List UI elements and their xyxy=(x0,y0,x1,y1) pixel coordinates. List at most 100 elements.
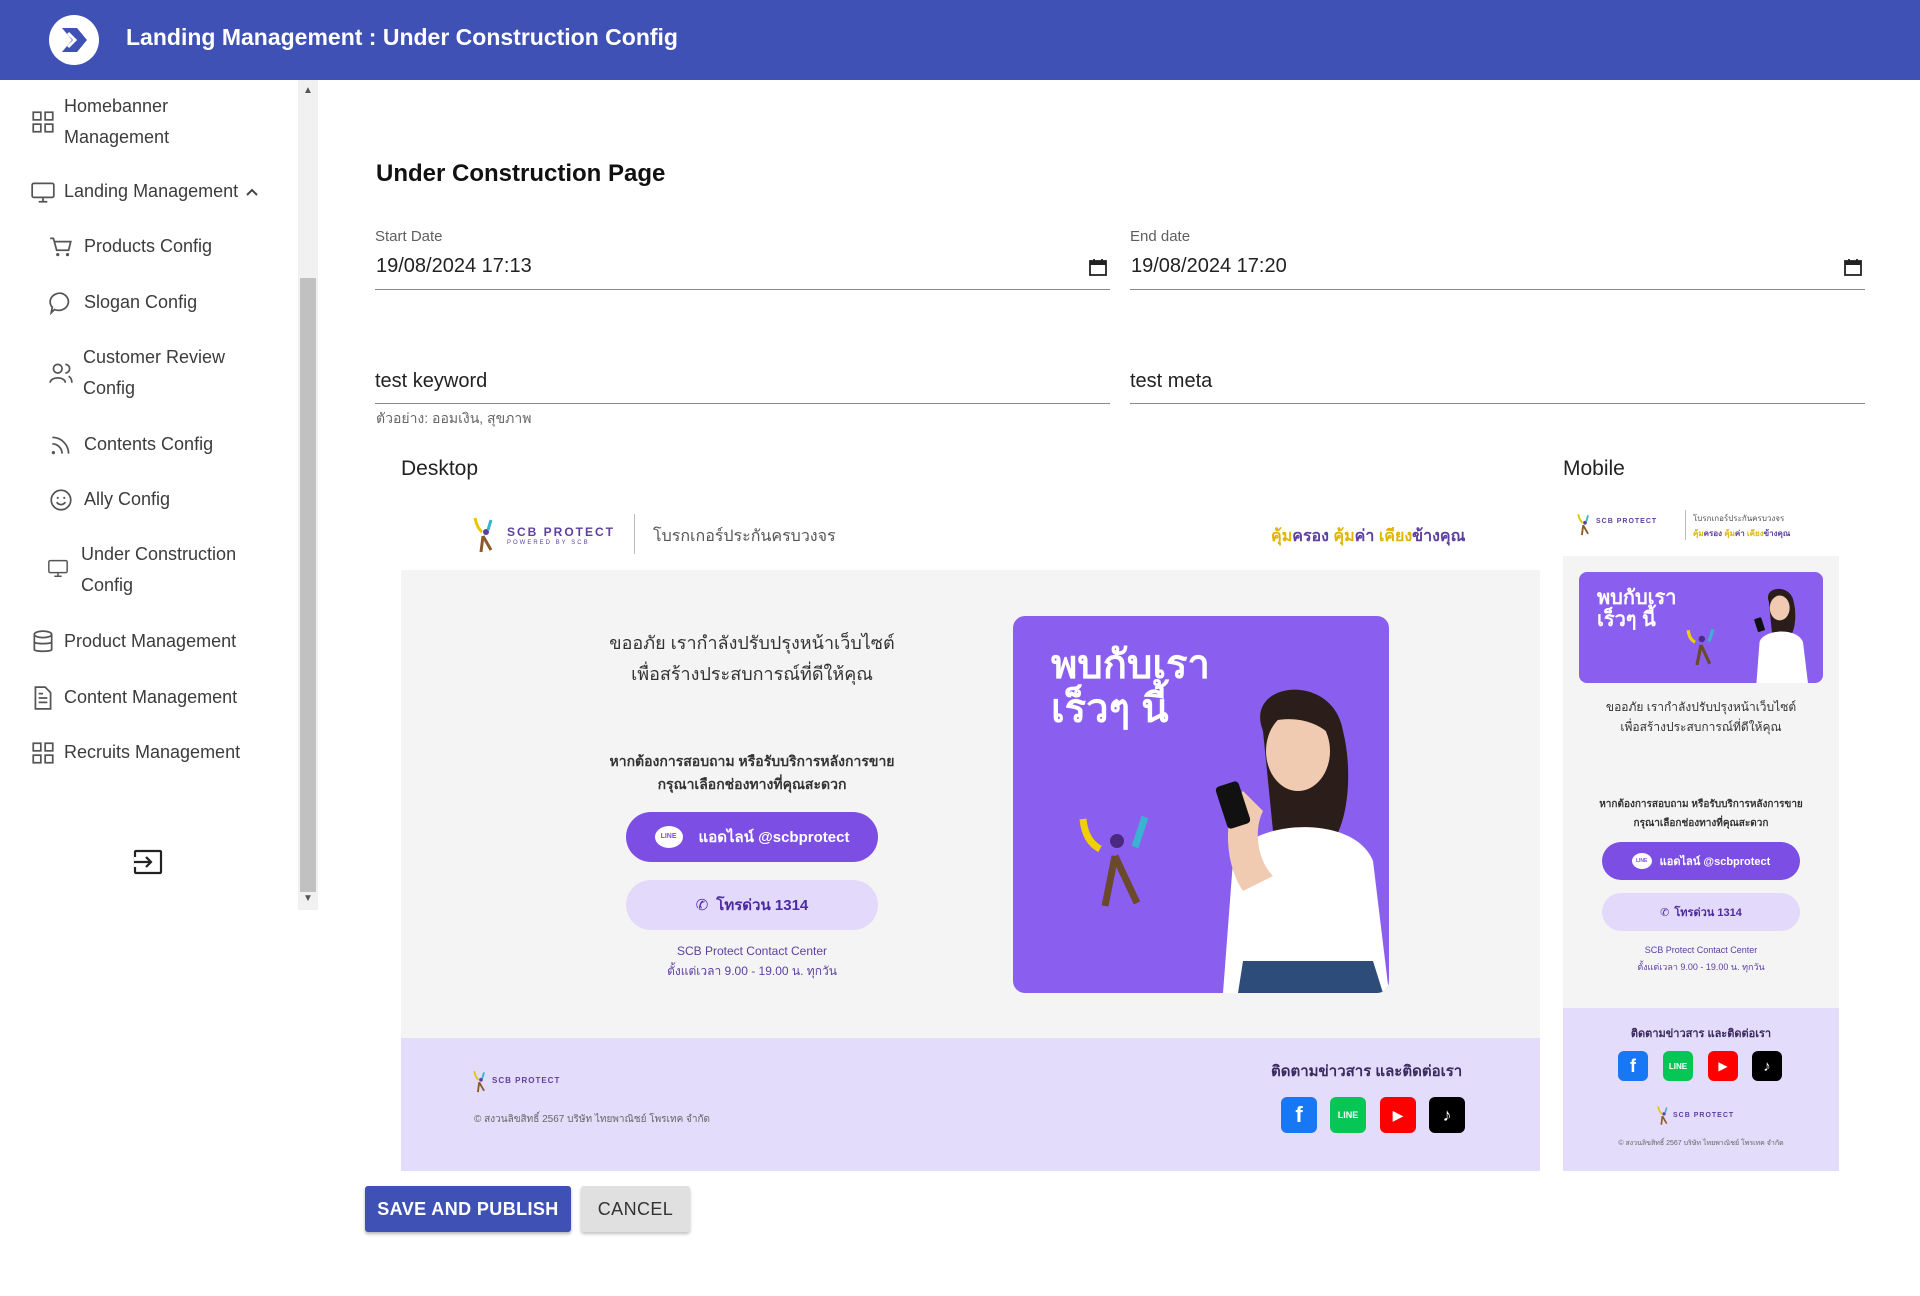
preview-broker-text: โบรกเกอร์ประกันครบวงจร xyxy=(653,528,836,545)
youtube-icon: ▶ xyxy=(1708,1051,1738,1081)
sidebar-item-slogan-config[interactable]: Slogan Config xyxy=(0,287,290,318)
keyword-value[interactable]: test keyword xyxy=(375,370,487,393)
start-date-label: Start Date xyxy=(375,228,443,245)
sidebar-item-label: Customer Review Config xyxy=(83,347,226,398)
mobile-contact-center: SCB Protect Contact Center ตั้งแต่เวลา 9… xyxy=(1637,945,1765,972)
cart-icon xyxy=(50,237,72,257)
preview-promo-banner: พบกับเรา เร็วๆ นี้ xyxy=(1013,616,1389,993)
sidebar-item-contents-config[interactable]: Contents Config xyxy=(0,429,290,460)
preview-brand: SCB PROTECT xyxy=(507,525,616,539)
footer-copyright: © สงวนลิขสิทธิ์ 2567 บริษัท ไทยพาณิชย์ โ… xyxy=(474,1114,711,1125)
sidebar-item-label: Content Management xyxy=(64,687,238,707)
scb-protect-logo-icon xyxy=(473,1070,485,1093)
end-date-label: End date xyxy=(1130,228,1191,245)
line-icon: LINE xyxy=(1330,1097,1366,1133)
sidebar-item-recruits-management[interactable]: Recruits Management xyxy=(0,737,290,768)
calendar-icon[interactable] xyxy=(1844,258,1862,276)
sidebar-item-label: Under Construction Config xyxy=(81,544,237,595)
app-header: Landing Management : Under Construction … xyxy=(0,0,1920,80)
preview-header: SCB PROTECT POWERED BY SCB โบรกเกอร์ประก… xyxy=(401,497,1540,570)
monitor-icon xyxy=(31,182,55,203)
preview-hotline-button: ✆ โทรด่วน 1314 xyxy=(626,880,878,930)
scroll-thumb[interactable] xyxy=(300,278,316,892)
sidebar-item-customer-review[interactable]: Customer Review Config xyxy=(0,342,290,404)
grid-icon xyxy=(32,742,54,764)
mobile-promo-banner: พบกับเรา เร็วๆ นี้ xyxy=(1579,572,1823,683)
keyword-input[interactable]: test keyword xyxy=(375,370,1110,404)
sidebar-item-products-config[interactable]: Products Config xyxy=(0,231,290,262)
footer-brand: SCB PROTECT xyxy=(492,1076,561,1085)
mobile-footer-brand: SCB PROTECT xyxy=(1673,1112,1735,1119)
rss-icon xyxy=(51,436,70,455)
database-icon xyxy=(33,630,53,653)
promo-woman-illustration xyxy=(1754,588,1808,683)
cancel-button[interactable]: CANCEL xyxy=(581,1186,690,1232)
sidebar-item-landing-management[interactable]: Landing Management xyxy=(0,176,290,207)
preview-tagline: คุ้มครอง คุ้มค่า เคียงข้างคุณ xyxy=(1271,528,1466,545)
sidebar-item-label: Landing Management xyxy=(64,181,239,201)
scb-protect-logo-icon xyxy=(1577,513,1589,536)
promo-logo-mark-icon xyxy=(1686,628,1715,666)
sidebar-scrollbar[interactable]: ▲ ▼ xyxy=(298,80,318,910)
preview-footer: SCB PROTECT © สงวนลิขสิทธิ์ 2567 บริษัท … xyxy=(401,1038,1540,1171)
calendar-icon[interactable] xyxy=(1089,258,1107,276)
mobile-promo-heading: พบกับเรา เร็วๆ นี้ xyxy=(1597,587,1677,631)
smiley-icon xyxy=(50,489,72,511)
mobile-footer-copyright: © สงวนลิขสิทธิ์ 2567 บริษัท ไทยพาณิชย์ โ… xyxy=(1618,1140,1784,1147)
sidebar-item-homebanner[interactable]: Homebanner Management xyxy=(0,91,290,153)
phone-icon: ✆ xyxy=(695,897,709,914)
phone-icon: ✆ xyxy=(1660,906,1670,919)
preview-contact-center: SCB Protect Contact Center ตั้งแต่เวลา 9… xyxy=(667,944,837,978)
scb-protect-logo-icon xyxy=(473,517,493,553)
sidebar-item-label: Recruits Management xyxy=(64,742,241,762)
mobile-preview-image: SCB PROTECT โบรกเกอร์ประกันครบวงจร คุ้มค… xyxy=(1563,497,1839,1171)
start-date-value[interactable]: 19/08/2024 17:13 xyxy=(376,255,532,278)
chat-bubble-icon xyxy=(49,292,70,316)
promo-woman-illustration xyxy=(1215,689,1389,993)
sidebar-item-label: Product Management xyxy=(64,631,237,651)
sidebar-item-product-management[interactable]: Product Management xyxy=(0,626,290,657)
mobile-line-button: LINE แอดไลน์ @scbprotect xyxy=(1602,842,1800,880)
line-icon: LINE xyxy=(1663,1051,1693,1081)
sidebar-item-content-management[interactable]: Content Management xyxy=(0,682,290,713)
line-icon: LINE xyxy=(1631,853,1652,869)
sidebar-item-label: Slogan Config xyxy=(84,292,198,312)
sidebar-item-under-construction[interactable]: Under Construction Config xyxy=(0,539,290,601)
tiktok-icon: ♪ xyxy=(1752,1051,1782,1081)
end-date-field[interactable]: End date 19/08/2024 17:20 xyxy=(1130,228,1865,290)
preview-line-button: LINE แอดไลน์ @scbprotect xyxy=(626,812,878,862)
app-logo-icon[interactable] xyxy=(49,15,99,65)
sidebar-item-label: Contents Config xyxy=(84,434,214,454)
facebook-icon: f xyxy=(1618,1051,1648,1081)
meta-input[interactable]: test meta xyxy=(1130,370,1865,404)
sidebar-item-ally-config[interactable]: Ally Config xyxy=(0,484,290,515)
scroll-down-icon[interactable]: ▼ xyxy=(303,893,313,904)
end-date-value[interactable]: 19/08/2024 17:20 xyxy=(1131,255,1287,278)
preview-sorry-message: ขออภัย เรากำลังปรับปรุงหน้าเว็บไซต์ เพื่… xyxy=(609,633,895,684)
keyword-helper-text: ตัวอย่าง: ออมเงิน, สุขภาพ xyxy=(376,410,532,426)
page-header-title: Landing Management : Under Construction … xyxy=(126,24,678,50)
desktop-preview-label: Desktop xyxy=(401,457,479,480)
sidebar-item-label: Products Config xyxy=(84,236,213,256)
facebook-icon: f xyxy=(1281,1097,1317,1133)
users-icon xyxy=(49,363,73,383)
chevron-up-icon[interactable] xyxy=(244,184,260,200)
grid-icon xyxy=(32,111,54,133)
document-icon xyxy=(34,686,52,710)
start-date-field[interactable]: Start Date 19/08/2024 17:13 xyxy=(375,228,1110,290)
scroll-up-icon[interactable]: ▲ xyxy=(303,85,313,96)
mobile-tagline: คุ้มครอง คุ้มค่า เคียงข้างคุณ xyxy=(1693,529,1791,538)
sidebar-item-label: Ally Config xyxy=(84,489,171,509)
save-and-publish-button[interactable]: SAVE AND PUBLISH xyxy=(365,1186,571,1232)
logout-icon[interactable] xyxy=(133,849,163,875)
mobile-preview-header: SCB PROTECT โบรกเกอร์ประกันครบวงจร คุ้มค… xyxy=(1563,497,1839,556)
youtube-icon: ▶ xyxy=(1380,1097,1416,1133)
tiktok-icon: ♪ xyxy=(1429,1097,1465,1133)
meta-value[interactable]: test meta xyxy=(1130,370,1212,393)
promo-logo-mark-icon xyxy=(1079,815,1149,907)
footer-follow-text: ติดตามข่าวสาร และติดต่อเรา xyxy=(1271,1063,1463,1080)
preview-divider xyxy=(634,514,635,554)
mobile-preview-footer: ติดตามข่าวสาร และติดต่อเรา f LINE ▶ ♪ SC… xyxy=(1563,1008,1839,1171)
mobile-contact-message: หากต้องการสอบถาม หรือรับบริการหลังการขาย… xyxy=(1599,799,1803,829)
monitor-icon xyxy=(48,559,68,577)
